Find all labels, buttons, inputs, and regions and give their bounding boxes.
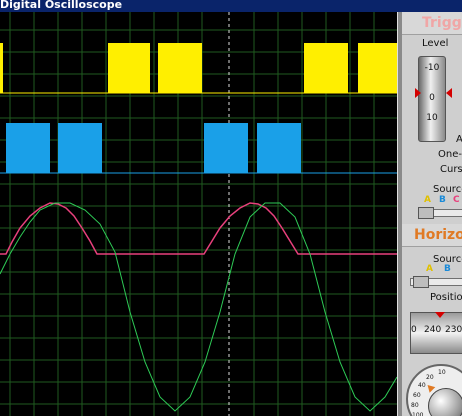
level-tick-bottom: 10 (426, 113, 438, 123)
control-panel: Trigger Level -10 0 10 A One-S Curs Sour… (402, 12, 462, 416)
level-tick-middle: 0 (429, 93, 435, 103)
trigger-source-slider[interactable] (418, 207, 462, 219)
channel-d-trace (0, 202, 398, 412)
dial-tick-5: 80 (411, 402, 419, 409)
window-title: Digital Oscilloscope (0, 0, 123, 11)
scope-display (0, 12, 398, 416)
channel-b-trace (0, 123, 397, 174)
channel-a-trace (0, 43, 397, 94)
dial-tick-1: 10 (438, 369, 446, 376)
horizontal-source-b[interactable]: B (444, 264, 451, 274)
trigger-source-b[interactable]: B (439, 195, 446, 205)
horizontal-source-a[interactable]: A (426, 264, 433, 274)
dial-tick-6: 100 (412, 412, 424, 416)
trigger-level-right-arrow-icon (446, 88, 452, 98)
trigger-source-label: Source (433, 184, 462, 195)
timebase-dial-knob[interactable] (428, 388, 462, 416)
horizontal-source-slider-thumb[interactable] (413, 276, 429, 288)
position-tick-3: 230 (445, 325, 462, 335)
trigger-cursor-label[interactable]: Curs (440, 164, 462, 175)
horizontal-position-label: Position (430, 292, 462, 303)
horizontal-position-control[interactable]: 0 240 230 (410, 312, 462, 354)
horizontal-source-slider[interactable] (410, 276, 462, 288)
trigger-header-label: Trigger (422, 15, 462, 31)
scope-screen[interactable] (0, 12, 401, 416)
trigger-source-slider-thumb[interactable] (418, 207, 434, 219)
horizontal-section-header: Horizon (402, 224, 462, 247)
trigger-section-header: Trigger (402, 12, 462, 35)
trigger-source-c[interactable]: C (453, 195, 460, 205)
trigger-level-left-arrow-icon (415, 88, 421, 98)
dial-tick-4: 60 (413, 392, 421, 399)
trigger-mode-a-label[interactable]: A (456, 134, 462, 145)
timebase-dial[interactable]: 10 20 40 60 80 100 1 2 5 (406, 364, 462, 416)
position-marker-icon (435, 312, 445, 318)
trigger-level-control[interactable]: -10 0 10 (418, 56, 446, 142)
level-tick-top: -10 (424, 63, 440, 73)
trigger-level-label: Level (422, 38, 449, 49)
trigger-source-a[interactable]: A (424, 195, 431, 205)
horizontal-header-label: Horizon (414, 227, 462, 243)
dial-tick-2: 20 (426, 374, 434, 381)
position-tick-2: 240 (424, 325, 442, 335)
trigger-oneshot-label[interactable]: One-S (438, 149, 462, 160)
position-tick-1: 0 (411, 325, 417, 335)
title-bar: Digital Oscilloscope (0, 0, 462, 12)
